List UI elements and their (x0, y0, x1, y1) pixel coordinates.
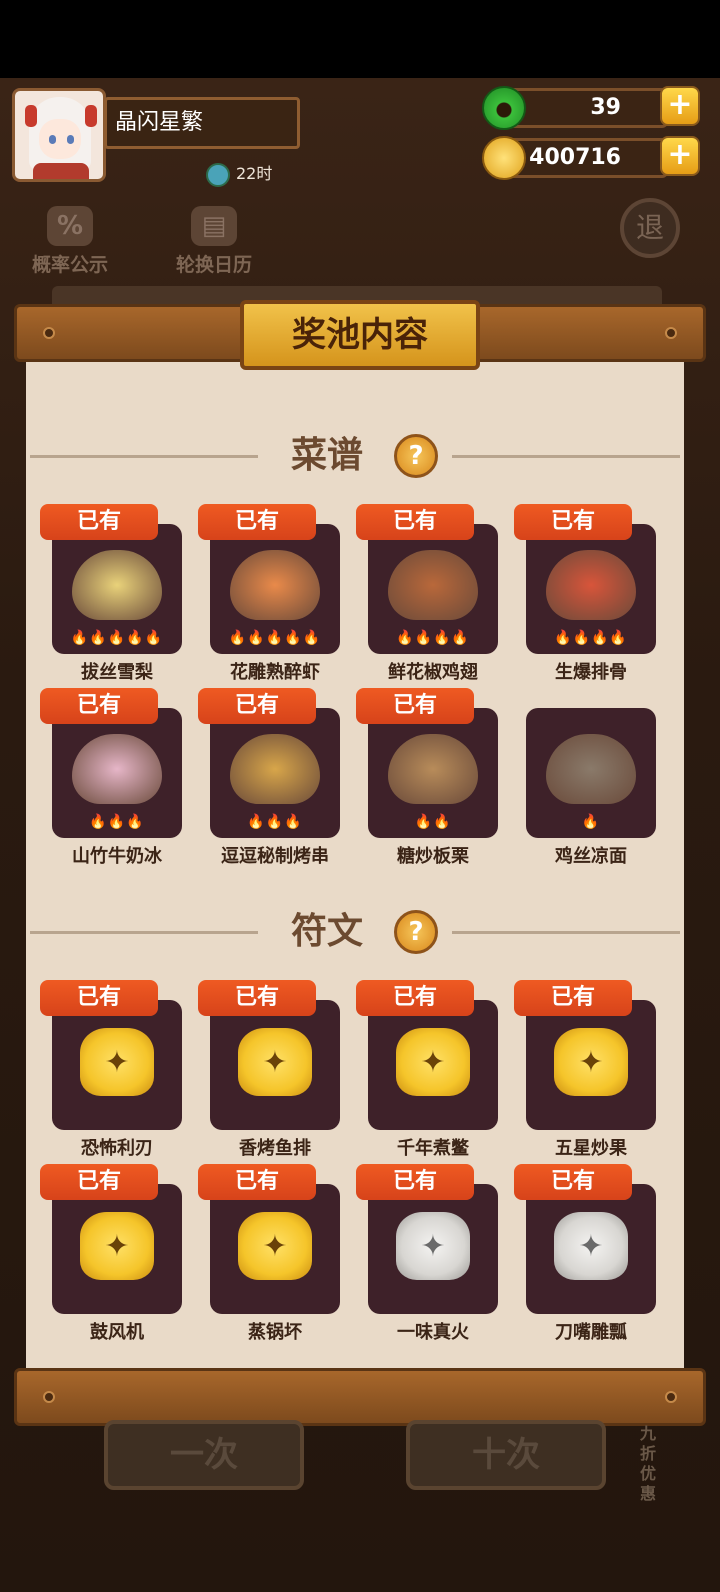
rune-icon: ✦ (554, 1028, 628, 1096)
rune-card[interactable]: ✦ (368, 1184, 498, 1314)
status-bar (0, 0, 720, 78)
rarity-flames-icon: 🔥 (581, 814, 601, 830)
owned-badge: 已有 (356, 1164, 474, 1200)
owned-badge: 已有 (356, 980, 474, 1016)
recipe-name: 山竹牛奶冰 (72, 846, 162, 867)
dish-image (72, 734, 162, 804)
recipe-card[interactable]: 🔥🔥🔥 (52, 708, 182, 838)
rarity-flames-icon: 🔥🔥 (414, 814, 452, 830)
add-jade-button[interactable]: + (660, 86, 700, 126)
player-avatar[interactable] (12, 88, 106, 182)
pool-content-panel: 菜谱 ? 符文 ? 🔥🔥🔥🔥🔥 已有 拔丝雪梨 🔥🔥🔥🔥🔥 已有 花雕熟醉虾 🔥🔥🔥🔥 已有鲜… (26, 356, 684, 1374)
runes-help-button[interactable]: ? (394, 910, 438, 954)
owned-badge: 已有 (514, 980, 632, 1016)
rarity-flames-icon: 🔥🔥🔥 (247, 814, 303, 830)
recipe-name: 生爆排骨 (555, 662, 627, 683)
recipe-name: 拔丝雪梨 (81, 662, 153, 683)
discount-label: 九折优惠 (639, 1424, 656, 1503)
add-coins-button[interactable]: + (660, 136, 700, 176)
calendar-icon: ▤ (191, 206, 237, 246)
owned-badge: 已有 (40, 1164, 158, 1200)
stamina-timer: 22时 (206, 160, 272, 187)
owned-badge: 已有 (40, 504, 158, 540)
rune-card[interactable]: ✦ (368, 1000, 498, 1130)
rune-card[interactable]: ✦ (52, 1184, 182, 1314)
draw-once-button[interactable]: 一次 (104, 1420, 304, 1490)
rarity-flames-icon: 🔥🔥🔥 (89, 814, 145, 830)
runes-section-header: 符文 ? (26, 902, 684, 962)
rarity-flames-icon: 🔥🔥🔥🔥🔥 (228, 630, 322, 646)
rune-card[interactable]: ✦ (526, 1184, 656, 1314)
rune-name: 一味真火 (397, 1322, 469, 1343)
dish-image (388, 550, 478, 620)
rune-card[interactable]: ✦ (52, 1000, 182, 1130)
recipe-card[interactable]: 🔥 (526, 708, 656, 838)
rarity-flames-icon: 🔥🔥🔥🔥🔥 (70, 630, 164, 646)
owned-badge: 已有 (514, 1164, 632, 1200)
dish-image (388, 734, 478, 804)
owned-badge: 已有 (198, 504, 316, 540)
rune-name: 刀嘴雕瓢 (555, 1322, 627, 1343)
dish-image (230, 734, 320, 804)
rune-icon: ✦ (554, 1212, 628, 1280)
scroll-bottom-rail (14, 1368, 706, 1426)
recipes-section-title: 菜谱 (291, 435, 364, 476)
rune-name: 五星炒果 (555, 1138, 627, 1159)
rune-card[interactable]: ✦ (210, 1184, 340, 1314)
recipe-card[interactable]: 🔥🔥🔥🔥🔥 (52, 524, 182, 654)
modal-title: 奖池内容 (240, 300, 480, 370)
rune-name: 恐怖利刃 (81, 1138, 153, 1159)
owned-badge: 已有 (198, 688, 316, 724)
owned-badge: 已有 (40, 980, 158, 1016)
recipe-card[interactable]: 🔥🔥🔥🔥 (526, 524, 656, 654)
recipe-name: 鲜花椒鸡翅 (388, 662, 478, 683)
recipe-card[interactable]: 🔥🔥🔥🔥🔥 (210, 524, 340, 654)
rarity-flames-icon: 🔥🔥🔥🔥 (396, 630, 470, 646)
rune-icon: ✦ (80, 1212, 154, 1280)
owned-badge: 已有 (514, 504, 632, 540)
rune-name: 千年煮鳖 (397, 1138, 469, 1159)
recipe-card[interactable]: 🔥🔥🔥🔥 (368, 524, 498, 654)
recipes-section-header: 菜谱 ? (26, 426, 684, 486)
owned-badge: 已有 (356, 504, 474, 540)
rune-name: 蒸锅坏 (248, 1322, 302, 1343)
recipe-card[interactable]: 🔥🔥🔥 (210, 708, 340, 838)
jade-icon (482, 86, 526, 130)
owned-badge: 已有 (40, 688, 158, 724)
rune-icon: ✦ (396, 1028, 470, 1096)
calendar-button[interactable]: ▤ 轮换日历 (164, 206, 264, 277)
probability-button[interactable]: % 概率公示 (20, 206, 120, 277)
dish-image (546, 734, 636, 804)
rune-icon: ✦ (238, 1028, 312, 1096)
recipe-name: 鸡丝凉面 (555, 846, 627, 867)
player-name: 晶闪星繁 (104, 97, 300, 149)
owned-badge: 已有 (198, 980, 316, 1016)
coin-icon (482, 136, 526, 180)
recipe-name: 糖炒板栗 (397, 846, 469, 867)
rune-name: 鼓风机 (90, 1322, 144, 1343)
percent-icon: % (47, 206, 93, 246)
recipe-name: 逗逗秘制烤串 (221, 846, 329, 867)
dish-image (230, 550, 320, 620)
rune-icon: ✦ (238, 1212, 312, 1280)
owned-badge: 已有 (198, 1164, 316, 1200)
dish-image (546, 550, 636, 620)
exit-button[interactable]: 退 (620, 198, 680, 258)
recipes-help-button[interactable]: ? (394, 434, 438, 478)
rune-icon: ✦ (80, 1028, 154, 1096)
rune-name: 香烤鱼排 (239, 1138, 311, 1159)
owned-badge: 已有 (356, 688, 474, 724)
rune-icon: ✦ (396, 1212, 470, 1280)
dish-image (72, 550, 162, 620)
rune-card[interactable]: ✦ (210, 1000, 340, 1130)
rarity-flames-icon: 🔥🔥🔥🔥 (554, 630, 628, 646)
recipe-card[interactable]: 🔥🔥 (368, 708, 498, 838)
stamina-icon (206, 162, 230, 187)
draw-ten-button[interactable]: 十次 (406, 1420, 606, 1490)
rune-card[interactable]: ✦ (526, 1000, 656, 1130)
runes-section-title: 符文 (291, 911, 364, 952)
recipe-name: 花雕熟醉虾 (230, 662, 320, 683)
